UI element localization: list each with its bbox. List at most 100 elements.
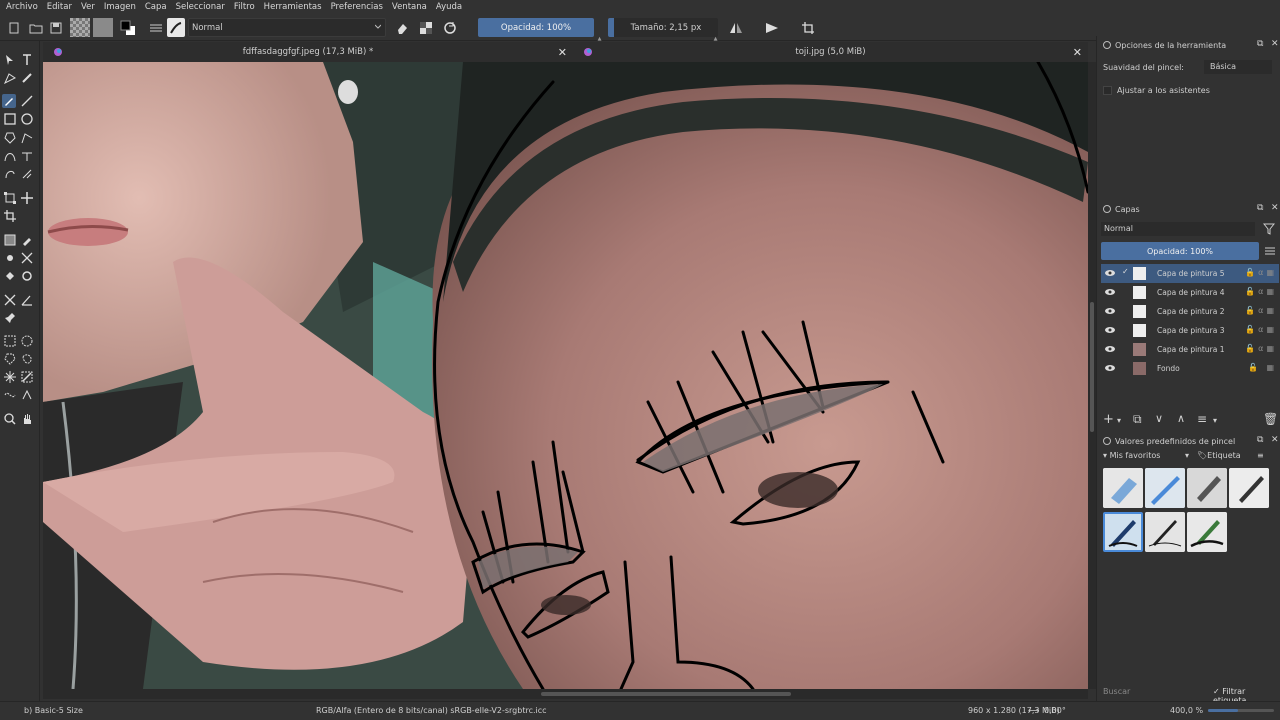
foreground-background-color-icon[interactable] bbox=[118, 18, 138, 37]
layer-opacity-slider[interactable]: Opacidad: 100% bbox=[1101, 242, 1259, 260]
preserve-alpha-icon[interactable] bbox=[416, 18, 436, 37]
mirror-horizontal-icon[interactable] bbox=[726, 18, 746, 37]
layer-properties-icons[interactable]: 🔓α▦ bbox=[1245, 325, 1277, 334]
layer-properties-icons[interactable]: 🔓α▦ bbox=[1245, 306, 1277, 315]
select-shapes-icon[interactable] bbox=[3, 53, 17, 67]
float-docker-icon[interactable]: ⧉ bbox=[1257, 203, 1263, 213]
snap-assistants-checkbox[interactable] bbox=[1103, 85, 1112, 95]
zoom-slider[interactable] bbox=[1208, 709, 1274, 712]
menu-ayuda[interactable]: Ayuda bbox=[436, 2, 462, 12]
menu-herramientas[interactable]: Herramientas bbox=[264, 2, 322, 12]
layer-row[interactable]: Capa de pintura 1 🔓α▦ bbox=[1101, 340, 1279, 359]
preset-tag-dropdown[interactable]: ▾ Mis favoritos bbox=[1103, 451, 1160, 460]
scrollbar-thumb[interactable] bbox=[1090, 302, 1094, 432]
opacity-slider[interactable]: Opacidad: 100% bbox=[478, 18, 594, 37]
rotation-value[interactable]: 0,00° bbox=[1044, 706, 1066, 715]
edit-shapes-icon[interactable] bbox=[3, 71, 17, 85]
enclose-fill-icon[interactable] bbox=[20, 269, 34, 283]
edit-brush-settings-icon[interactable] bbox=[146, 18, 166, 37]
menu-archivo[interactable]: Archivo bbox=[6, 2, 38, 12]
mirror-vertical-icon[interactable] bbox=[762, 18, 782, 37]
close-icon[interactable]: ✕ bbox=[558, 46, 567, 59]
vertical-scrollbar[interactable] bbox=[1088, 62, 1096, 689]
layer-properties-icon[interactable]: ≡ bbox=[1197, 412, 1207, 426]
brush-preset-icon[interactable] bbox=[167, 18, 185, 37]
blend-mode-select[interactable]: Normal bbox=[188, 18, 386, 37]
freehand-path-icon[interactable] bbox=[20, 149, 34, 163]
reload-preset-icon[interactable] bbox=[440, 18, 460, 37]
gradient-tool-icon[interactable] bbox=[3, 233, 17, 247]
open-folder-icon[interactable] bbox=[26, 18, 46, 37]
fill-tool-icon[interactable] bbox=[3, 269, 17, 283]
text-tool-icon[interactable] bbox=[20, 53, 34, 67]
wrap-around-icon[interactable] bbox=[798, 18, 818, 37]
move-layer-up-icon[interactable]: ∧ bbox=[1177, 412, 1185, 425]
pattern-swatch-icon[interactable] bbox=[70, 18, 90, 37]
eye-icon[interactable] bbox=[1105, 326, 1115, 334]
menu-capa[interactable]: Capa bbox=[145, 2, 167, 12]
preset-eraser-icon[interactable] bbox=[1103, 468, 1143, 508]
freehand-select-icon[interactable] bbox=[20, 352, 34, 366]
float-docker-icon[interactable]: ⧉ bbox=[1257, 39, 1263, 49]
close-docker-icon[interactable]: ✕ bbox=[1271, 435, 1279, 445]
menu-filtro[interactable]: Filtro bbox=[234, 2, 255, 12]
line-tool-icon[interactable] bbox=[20, 94, 34, 108]
contiguous-select-icon[interactable] bbox=[3, 370, 17, 384]
multibrush-icon[interactable] bbox=[20, 167, 34, 181]
zoom-value[interactable]: 400,0 % bbox=[1170, 706, 1203, 715]
freehand-brush-icon[interactable] bbox=[2, 94, 16, 108]
save-icon[interactable] bbox=[46, 18, 66, 37]
bezier-tool-icon[interactable] bbox=[3, 149, 17, 163]
preset-search-input[interactable]: Buscar bbox=[1103, 687, 1130, 696]
eye-icon[interactable] bbox=[1105, 364, 1115, 372]
close-docker-icon[interactable]: ✕ bbox=[1271, 203, 1279, 213]
layer-properties-icons[interactable]: 🔓 ▦ bbox=[1248, 363, 1277, 372]
chevron-down-icon[interactable]: ▾ bbox=[1117, 416, 1121, 425]
menu-preferencias[interactable]: Preferencias bbox=[331, 2, 383, 12]
add-layer-icon[interactable]: + bbox=[1103, 412, 1114, 427]
canvas[interactable] bbox=[43, 62, 1088, 689]
polygon-select-icon[interactable] bbox=[3, 352, 17, 366]
brush-smoothing-select[interactable]: Básica bbox=[1204, 60, 1272, 74]
delete-layer-icon[interactable]: 🗑 bbox=[1263, 412, 1278, 426]
horizontal-scrollbar[interactable] bbox=[43, 689, 1088, 699]
menu-seleccionar[interactable]: Seleccionar bbox=[176, 2, 225, 12]
reference-pin-icon[interactable] bbox=[3, 311, 17, 325]
menu-ver[interactable]: Ver bbox=[81, 2, 95, 12]
layer-row[interactable]: Fondo 🔓 ▦ bbox=[1101, 359, 1279, 378]
tab-fdffasdaggfgf[interactable]: fdffasdaggfgf.jpeg (17,3 MiB) * ✕ bbox=[43, 42, 573, 62]
scrollbar-thumb[interactable] bbox=[541, 692, 791, 696]
layer-row[interactable]: Capa de pintura 3 🔓α▦ bbox=[1101, 321, 1279, 340]
assistant-tool-icon[interactable] bbox=[20, 251, 34, 265]
angle-tool-icon[interactable] bbox=[20, 293, 34, 307]
duplicate-layer-icon[interactable]: ⧉ bbox=[1133, 412, 1142, 427]
filter-icon[interactable] bbox=[1263, 223, 1275, 235]
tag-button[interactable]: 🏷Etiqueta bbox=[1197, 451, 1241, 460]
zoom-tool-icon[interactable] bbox=[3, 412, 17, 426]
transform-tool-icon[interactable] bbox=[3, 191, 17, 205]
preset-brush-pen-icon[interactable] bbox=[1187, 512, 1227, 552]
dynamic-brush-icon[interactable] bbox=[3, 167, 17, 181]
close-docker-icon[interactable]: ✕ bbox=[1271, 39, 1279, 49]
tab-toji[interactable]: toji.jpg (5,0 MiB) ✕ bbox=[573, 42, 1088, 62]
new-document-icon[interactable] bbox=[4, 18, 24, 37]
eraser-mode-icon[interactable] bbox=[392, 18, 412, 37]
rectangle-tool-icon[interactable] bbox=[3, 112, 17, 126]
menu-icon[interactable]: ≡ bbox=[1257, 451, 1264, 460]
move-tool-icon[interactable] bbox=[20, 191, 34, 205]
layer-row[interactable]: Capa de pintura 2 🔓α▦ bbox=[1101, 302, 1279, 321]
eye-icon[interactable] bbox=[1105, 269, 1115, 277]
preset-marker-icon[interactable] bbox=[1229, 468, 1269, 508]
preset-pencil-icon[interactable] bbox=[1145, 468, 1185, 508]
preset-basic-ink-icon[interactable] bbox=[1103, 512, 1143, 552]
layer-row[interactable]: ✓ Capa de pintura 5 🔓α▦ bbox=[1101, 264, 1279, 283]
layer-properties-icons[interactable]: 🔓α▦ bbox=[1245, 344, 1277, 353]
size-slider[interactable]: Tamaño: 2,15 px bbox=[608, 18, 718, 37]
eye-icon[interactable] bbox=[1105, 307, 1115, 315]
menu-editar[interactable]: Editar bbox=[47, 2, 72, 12]
layer-blend-mode-select[interactable]: Normal bbox=[1101, 222, 1255, 236]
preset-airbrush-icon[interactable] bbox=[1187, 468, 1227, 508]
layer-properties-icons[interactable]: 🔓α▦ bbox=[1245, 268, 1277, 277]
gradient-swatch-icon[interactable] bbox=[93, 18, 113, 37]
crop-tool-icon[interactable] bbox=[3, 209, 17, 223]
